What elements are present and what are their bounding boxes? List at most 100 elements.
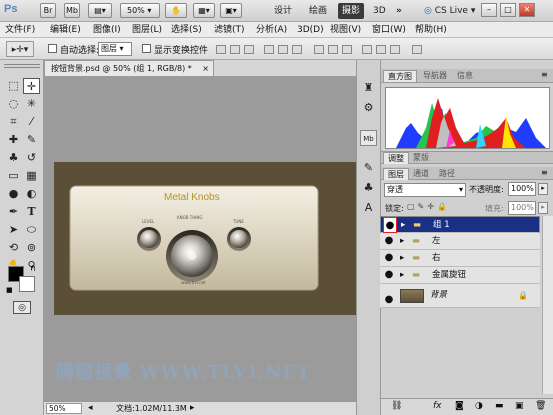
- tab-histogram[interactable]: 直方图: [383, 70, 417, 82]
- tab-masks[interactable]: 蒙版: [409, 152, 433, 164]
- zoom-level-select[interactable]: 50% ▾: [120, 3, 160, 18]
- cs-live-button[interactable]: ◎ CS Live ▾: [420, 3, 479, 19]
- history-panel-icon[interactable]: ♜: [360, 80, 377, 96]
- eye-icon[interactable]: ●: [382, 233, 396, 249]
- layer-style-icon[interactable]: fx: [433, 401, 442, 411]
- tab-navigator[interactable]: 导航器: [419, 70, 451, 82]
- layers-menu-icon[interactable]: ≡: [541, 168, 548, 177]
- eye-icon[interactable]: ●: [382, 267, 396, 283]
- history-brush-tool-icon[interactable]: ↺: [23, 150, 40, 166]
- status-menu-arrow[interactable]: ▸: [190, 402, 195, 415]
- close-document-icon[interactable]: ×: [202, 61, 209, 76]
- expand-arrow-icon[interactable]: ▸: [400, 250, 404, 266]
- expand-arrow-icon[interactable]: ▸: [400, 267, 404, 283]
- tab-info[interactable]: 信息: [453, 70, 477, 82]
- adjustment-layer-icon[interactable]: ◑: [475, 401, 483, 411]
- align-top-icon[interactable]: [216, 45, 226, 54]
- maximize-button[interactable]: □: [500, 3, 516, 17]
- align-bottom-icon[interactable]: [244, 45, 254, 54]
- distribute-vcenter-icon[interactable]: [328, 45, 338, 54]
- layer-row-right[interactable]: ● ▸ ▬ 右: [380, 250, 540, 267]
- eye-icon[interactable]: ●: [383, 217, 397, 233]
- minibridge-button[interactable]: Mb: [64, 3, 80, 18]
- menu-filter[interactable]: 滤镜(T): [214, 23, 245, 37]
- tools-grip[interactable]: [4, 64, 40, 68]
- distribute-right-icon[interactable]: [390, 45, 400, 54]
- tab-channels[interactable]: 通道: [409, 168, 433, 180]
- workspace-painting[interactable]: 绘画: [305, 3, 331, 19]
- status-nav-icon[interactable]: ◂: [88, 402, 93, 415]
- close-window-button[interactable]: ✕: [519, 3, 535, 17]
- arrange-documents-button[interactable]: ▦▾: [193, 3, 215, 18]
- type-tool-icon[interactable]: T: [23, 204, 40, 220]
- menu-edit[interactable]: 编辑(E): [50, 23, 81, 37]
- opacity-slider-button[interactable]: ▸: [538, 183, 548, 195]
- quick-mask-icon[interactable]: ◎: [13, 301, 31, 314]
- add-mask-icon[interactable]: ◙: [455, 401, 464, 411]
- document-tab[interactable]: 按钮背景.psd @ 50% (组 1, RGB/8) * ×: [44, 60, 214, 76]
- swap-colors-icon[interactable]: ↰: [30, 264, 37, 273]
- align-hcenter-icon[interactable]: [278, 45, 288, 54]
- menu-3d[interactable]: 3D(D): [297, 23, 324, 37]
- workspace-3d[interactable]: 3D: [369, 3, 390, 19]
- opacity-field[interactable]: 100%: [508, 182, 536, 196]
- layer-row-background[interactable]: ● 背景 🔒: [380, 284, 540, 308]
- layer-row-group1[interactable]: ● ▸ ▬ 组 1: [380, 216, 540, 233]
- menu-view[interactable]: 视图(V): [330, 23, 361, 37]
- more-workspaces-button[interactable]: »: [392, 3, 406, 19]
- layer-row-metal-knob[interactable]: ● ▸ ▬ 金属旋钮: [380, 267, 540, 284]
- distribute-bottom-icon[interactable]: [342, 45, 352, 54]
- status-zoom-field[interactable]: 50%: [46, 403, 82, 414]
- eye-icon[interactable]: ●: [382, 250, 396, 266]
- show-transform-controls-checkbox[interactable]: [142, 44, 151, 53]
- hand-rotate-button[interactable]: ✋: [165, 3, 187, 18]
- link-layers-icon[interactable]: ⛓: [391, 401, 402, 411]
- clone-source-panel-icon[interactable]: ♣: [360, 180, 377, 196]
- menu-help[interactable]: 帮助(H): [415, 23, 447, 37]
- eye-icon[interactable]: ●: [382, 288, 396, 305]
- clone-stamp-tool-icon[interactable]: ♣: [5, 150, 22, 166]
- lock-icons[interactable]: ▢✎✛🔒: [407, 202, 450, 211]
- blend-mode-select[interactable]: 穿透 ▾: [384, 183, 466, 197]
- mini-bridge-panel-icon[interactable]: Mb: [360, 130, 377, 146]
- menu-select[interactable]: 选择(S): [171, 23, 202, 37]
- menu-window[interactable]: 窗口(W): [372, 23, 406, 37]
- tab-paths[interactable]: 路径: [435, 168, 459, 180]
- auto-select-checkbox[interactable]: [48, 44, 57, 53]
- actions-panel-icon[interactable]: ⚙: [360, 100, 377, 116]
- brush-tool-icon[interactable]: ✎: [23, 132, 40, 148]
- menu-file[interactable]: 文件(F): [5, 23, 35, 37]
- document-canvas-area[interactable]: Metal Knobs LEVEL KNOB THING TUNE www.tl…: [44, 76, 376, 401]
- background-color-swatch[interactable]: [19, 276, 35, 292]
- crop-tool-icon[interactable]: ⌗: [5, 114, 22, 130]
- menu-layer[interactable]: 图层(L): [132, 23, 162, 37]
- view-extras-button[interactable]: ▤▾: [88, 3, 112, 18]
- default-colors-icon[interactable]: ■: [6, 286, 13, 294]
- layer-row-left[interactable]: ● ▸ ▬ 左: [380, 233, 540, 250]
- path-selection-tool-icon[interactable]: ➤: [5, 222, 22, 238]
- 3d-orbit-tool-icon[interactable]: ⊚: [23, 240, 40, 256]
- character-panel-icon[interactable]: A: [360, 200, 377, 216]
- brush-presets-panel-icon[interactable]: ✎: [360, 160, 377, 176]
- lasso-tool-icon[interactable]: ◌: [5, 96, 22, 112]
- new-layer-icon[interactable]: ▣: [515, 401, 524, 411]
- fill-slider-button[interactable]: ▸: [538, 202, 548, 214]
- bridge-button[interactable]: Br: [40, 3, 56, 18]
- distribute-left-icon[interactable]: [362, 45, 372, 54]
- workspace-design[interactable]: 设计: [270, 3, 296, 19]
- histogram-menu-icon[interactable]: ≡: [541, 70, 548, 79]
- move-tool-icon[interactable]: ✛: [23, 78, 40, 94]
- 3d-rotate-tool-icon[interactable]: ⟲: [5, 240, 22, 256]
- expand-arrow-icon[interactable]: ▸: [401, 217, 405, 233]
- workspace-photography[interactable]: 摄影: [338, 3, 365, 19]
- menu-analysis[interactable]: 分析(A): [256, 23, 287, 37]
- menu-image[interactable]: 图像(I): [93, 23, 121, 37]
- distribute-hcenter-icon[interactable]: [376, 45, 386, 54]
- dodge-tool-icon[interactable]: ◐: [23, 186, 40, 202]
- blur-tool-icon[interactable]: ●: [5, 186, 22, 202]
- auto-align-icon[interactable]: [412, 45, 422, 54]
- eyedropper-tool-icon[interactable]: ⁄: [23, 114, 40, 130]
- tab-layers[interactable]: 图层: [383, 168, 409, 180]
- gradient-tool-icon[interactable]: ▦: [23, 168, 40, 184]
- expand-arrow-icon[interactable]: ▸: [400, 233, 404, 249]
